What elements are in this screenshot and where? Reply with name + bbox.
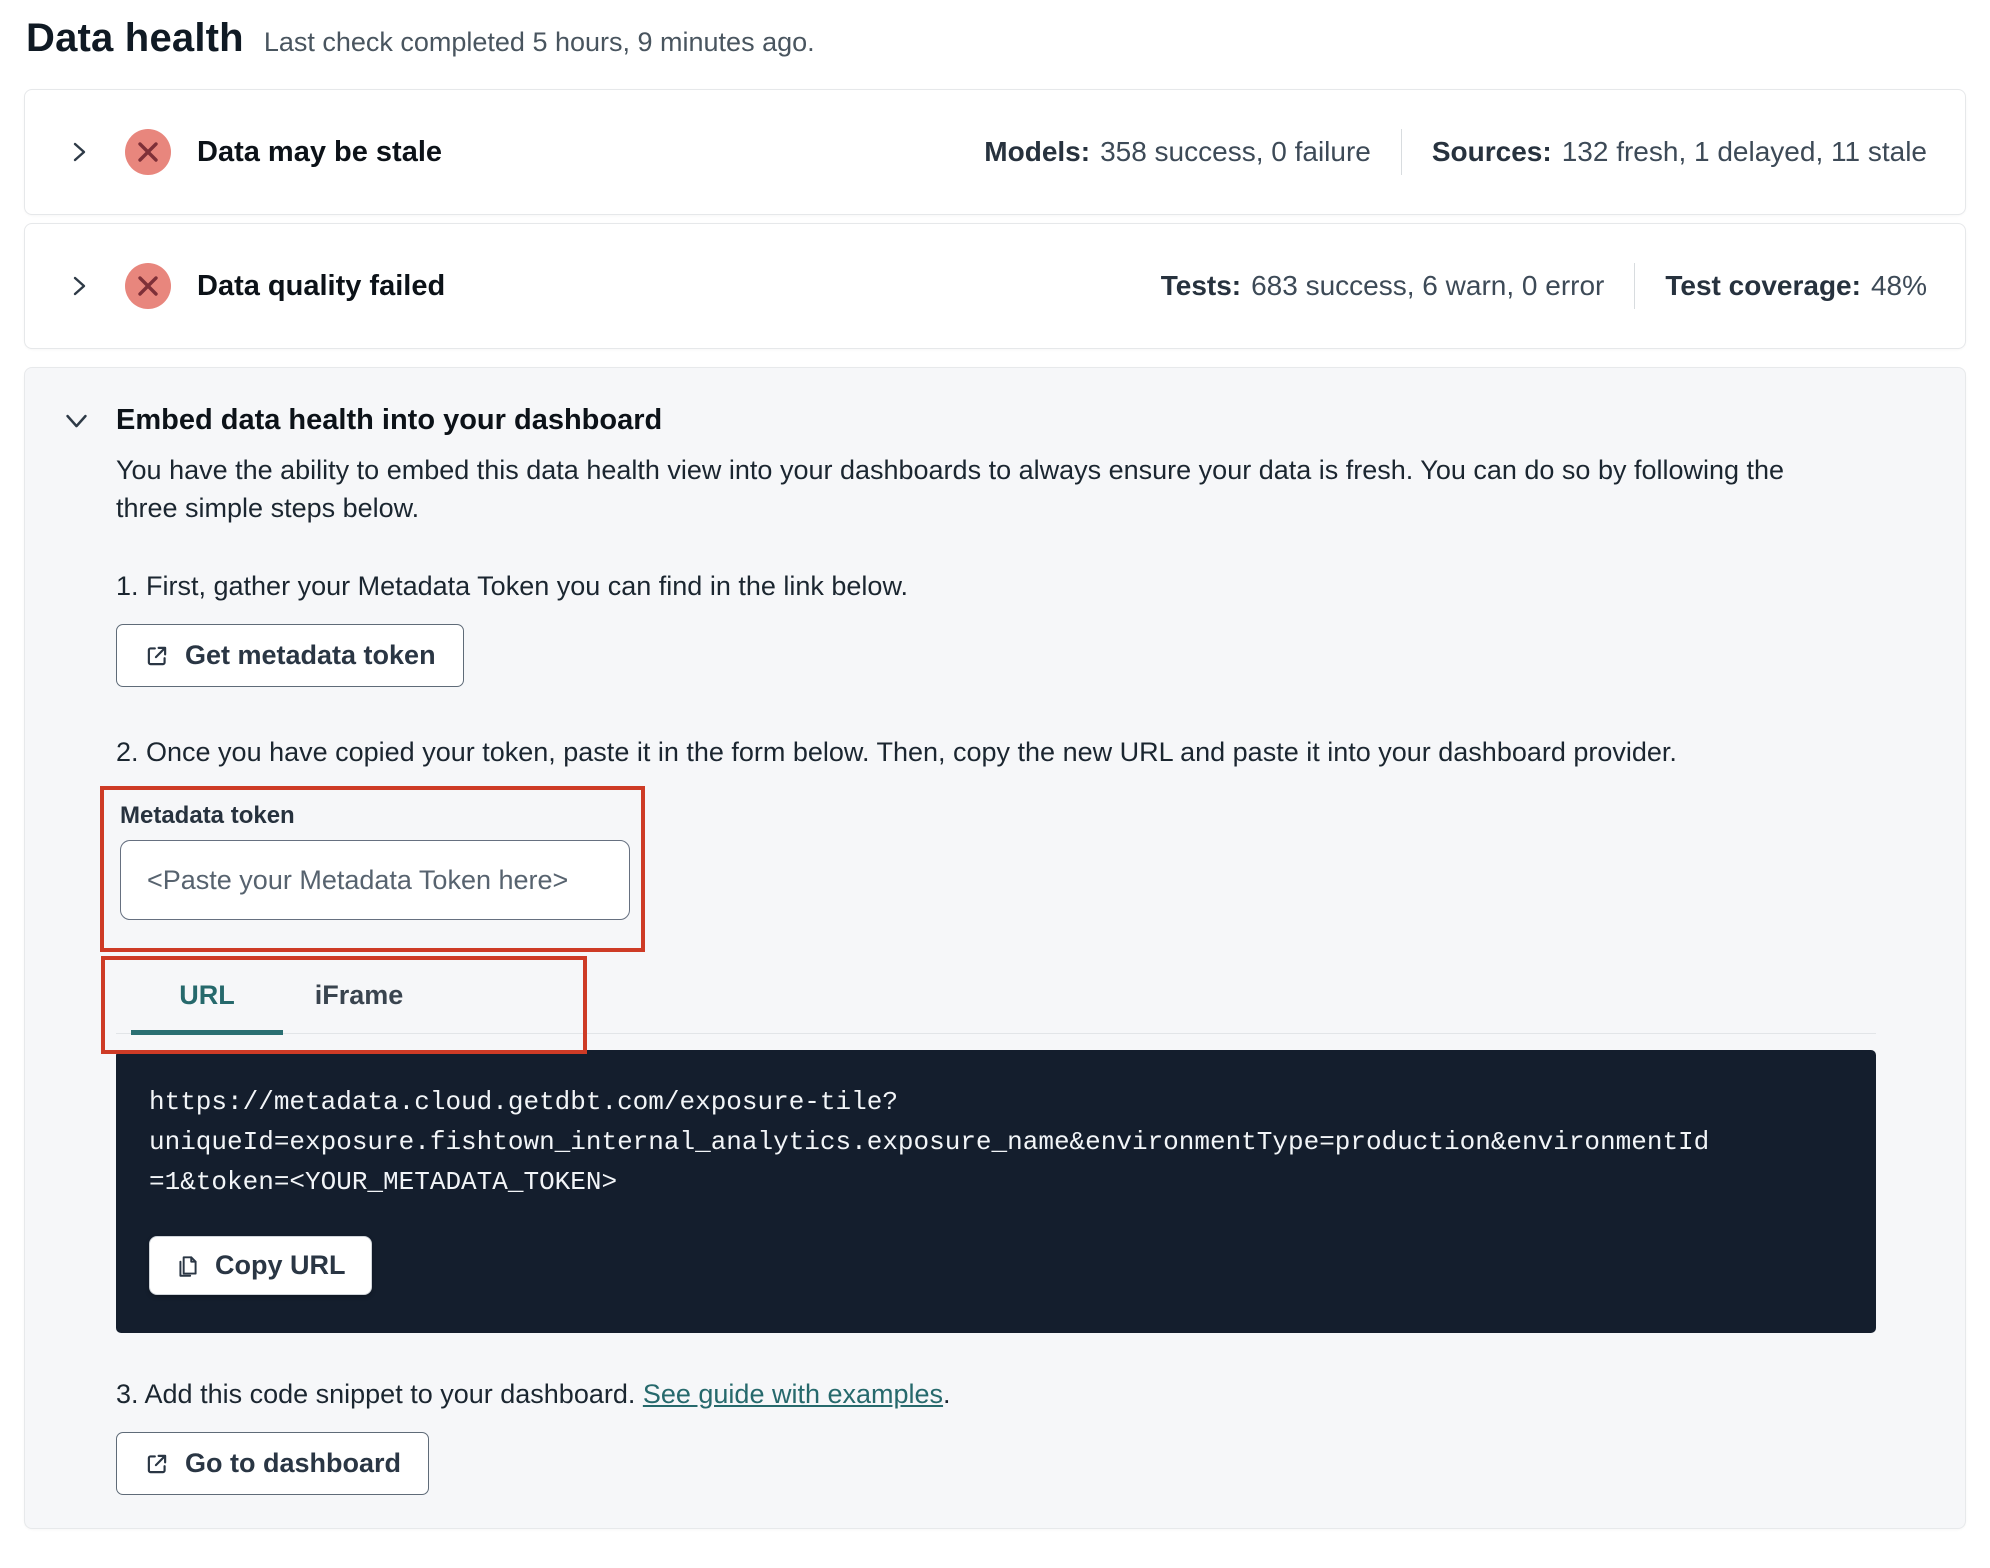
stat-value: 683 success, 6 warn, 0 error <box>1251 270 1605 301</box>
external-link-icon <box>144 643 170 669</box>
panel-data-quality-failed[interactable]: Data quality failed Tests: 683 success, … <box>24 223 1966 349</box>
go-to-dashboard-button[interactable]: Go to dashboard <box>116 1432 429 1495</box>
code-line: uniqueId=exposure.fishtown_internal_anal… <box>149 1127 1710 1157</box>
metadata-token-label: Metadata token <box>120 802 295 829</box>
panel-title: Data may be stale <box>197 135 443 168</box>
annotation-box-metadata-token: Metadata token <box>100 786 645 952</box>
stat-label: Sources: <box>1431 136 1552 167</box>
external-link-icon <box>144 1451 170 1477</box>
embed-description: You have the ability to embed this data … <box>116 455 1785 523</box>
error-status-icon <box>125 129 171 175</box>
embed-section-title: Embed data health into your dashboard <box>116 404 663 436</box>
panel-stats: Tests: 683 success, 6 warn, 0 error Test… <box>1161 263 1927 309</box>
chevron-right-icon <box>67 274 91 298</box>
get-metadata-token-button[interactable]: Get metadata token <box>116 624 464 687</box>
copy-url-button[interactable]: Copy URL <box>149 1236 372 1295</box>
last-check-status: Last check completed 5 hours, 9 minutes … <box>263 27 815 57</box>
output-format-tabs: URL iFrame <box>116 960 1876 1035</box>
error-status-icon <box>125 263 171 309</box>
panel-stats: Models: 358 success, 0 failure Sources: … <box>984 129 1927 175</box>
get-metadata-token-label: Get metadata token <box>185 640 436 670</box>
chevron-down-icon <box>63 407 90 434</box>
tab-url[interactable]: URL <box>131 960 283 1035</box>
step3-text: 3. Add this code snippet to your dashboa… <box>116 1379 1909 1410</box>
stat-label: Models: <box>984 136 1091 167</box>
go-to-dashboard-label: Go to dashboard <box>185 1448 401 1478</box>
stat-label: Test coverage: <box>1665 270 1861 301</box>
step1-text: 1. First, gather your Metadata Token you… <box>116 571 908 601</box>
stat-value: 132 fresh, 1 delayed, 11 stale <box>1561 136 1927 167</box>
tab-iframe[interactable]: iFrame <box>283 960 435 1033</box>
step3-text-before: 3. Add this code snippet to your dashboa… <box>116 1379 643 1409</box>
embed-section: Embed data health into your dashboard Yo… <box>24 367 1966 1529</box>
expand-panel-button[interactable] <box>63 270 95 302</box>
page-title: Data health <box>26 16 244 60</box>
copy-url-label: Copy URL <box>215 1250 346 1280</box>
step2-text: 2. Once you have copied your token, past… <box>116 737 1677 767</box>
embed-section-header[interactable]: Embed data health into your dashboard <box>63 404 1909 437</box>
panel-title: Data quality failed <box>197 269 446 302</box>
stat-divider <box>1634 263 1636 309</box>
code-line: https://metadata.cloud.getdbt.com/exposu… <box>149 1087 898 1117</box>
expand-panel-button[interactable] <box>63 136 95 168</box>
step3-text-after: . <box>943 1379 951 1409</box>
stat-value: 358 success, 0 failure <box>1100 136 1371 167</box>
metadata-token-input[interactable] <box>120 840 630 920</box>
stat-label: Tests: <box>1160 270 1242 301</box>
see-guide-link[interactable]: See guide with examples <box>643 1379 943 1409</box>
panel-data-may-be-stale[interactable]: Data may be stale Models: 358 success, 0… <box>24 89 1966 215</box>
code-line: =1&token=<YOUR_METADATA_TOKEN> <box>149 1167 618 1197</box>
chevron-right-icon <box>67 140 91 164</box>
stat-divider <box>1400 129 1402 175</box>
stat-value: 48% <box>1870 270 1927 301</box>
copy-icon <box>175 1253 201 1279</box>
page-header: Data health Last check completed 5 hours… <box>24 16 1966 61</box>
embed-url-code-block: https://metadata.cloud.getdbt.com/exposu… <box>116 1050 1876 1333</box>
